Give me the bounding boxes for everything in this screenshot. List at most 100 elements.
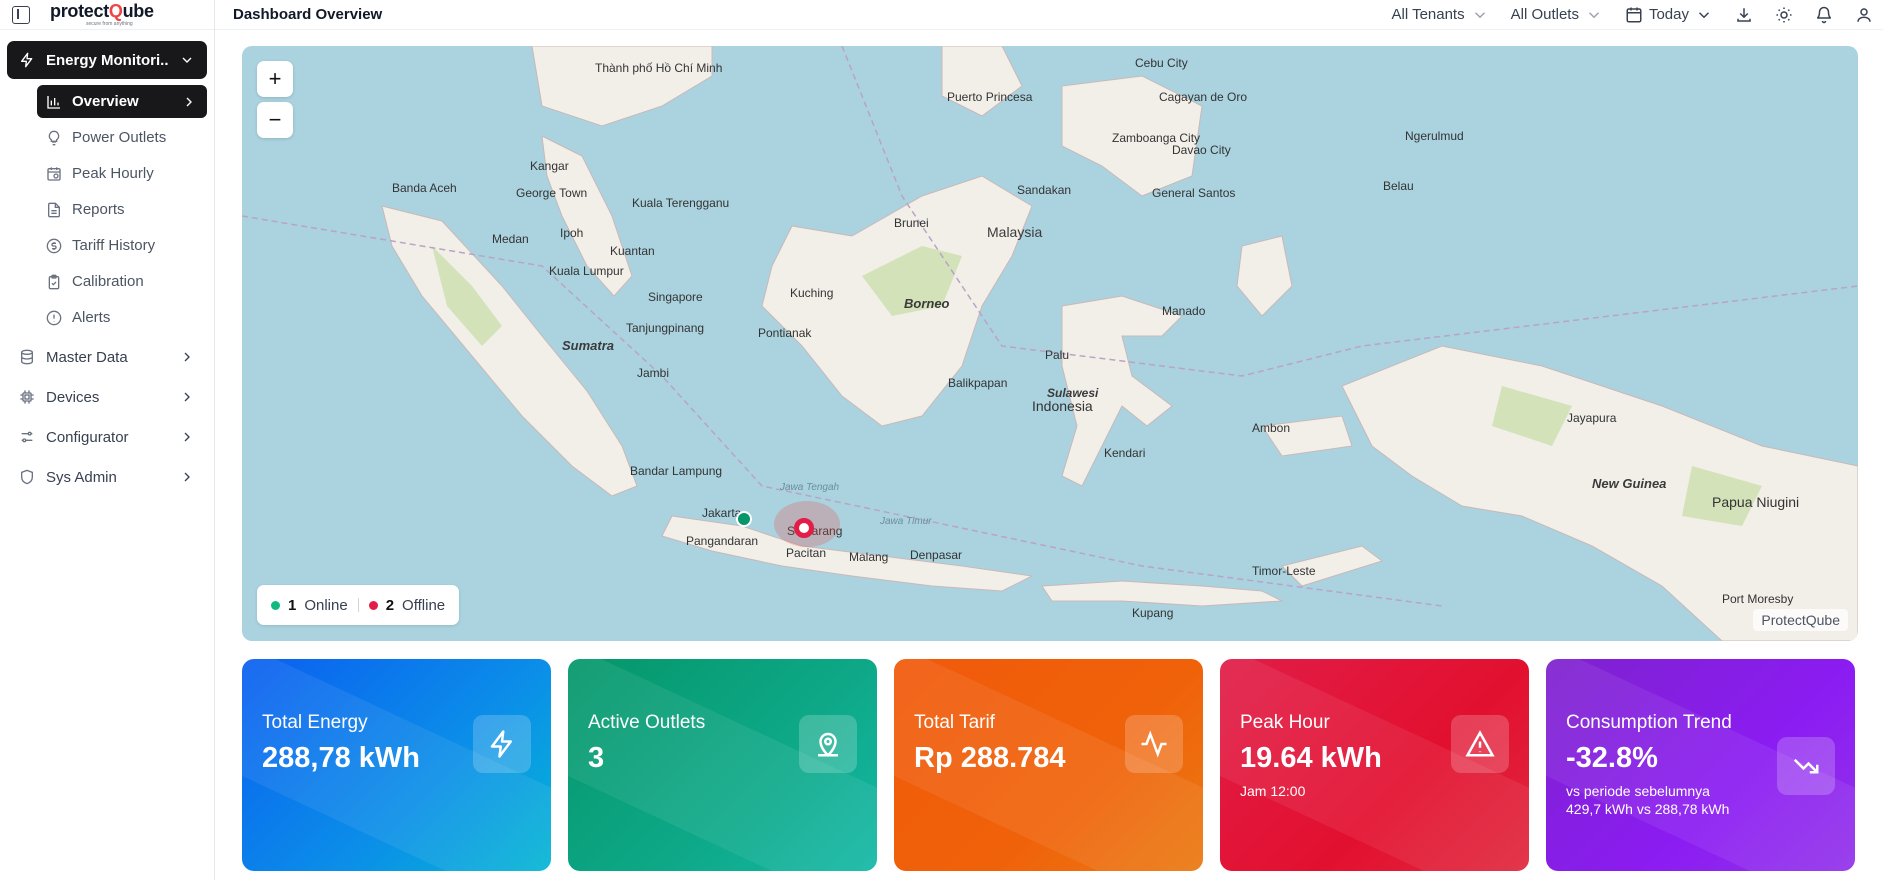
- map-label: Jayapura: [1567, 411, 1617, 425]
- date-select[interactable]: Today: [1625, 6, 1713, 24]
- sidebar-group-label: Master Data: [46, 348, 128, 366]
- map-label: Singapore: [648, 290, 703, 304]
- map-label: Pangandaran: [686, 534, 759, 548]
- consumption-trend-card[interactable]: Consumption Trend -32.8% vs periode sebe…: [1546, 659, 1855, 871]
- bell-icon[interactable]: [1815, 6, 1833, 24]
- sidebar-item-power-outlets[interactable]: Power Outlets: [37, 121, 207, 154]
- sidebar-item-alerts[interactable]: Alerts: [37, 301, 207, 334]
- map-label: Jambi: [637, 366, 670, 380]
- sidebar-nav: Energy Monitori... Overview Power Outlet…: [0, 30, 214, 508]
- sidebar-group-sys-admin[interactable]: Sys Admin: [7, 457, 207, 497]
- sidebar-group-master-data[interactable]: Master Data: [7, 337, 207, 377]
- chip-icon: [19, 389, 35, 405]
- calendar-icon: [1625, 6, 1643, 24]
- sliders-icon: [19, 429, 35, 445]
- map-label: Brunei: [894, 216, 929, 230]
- zoom-controls: + −: [257, 61, 293, 138]
- zoom-out-button[interactable]: −: [257, 102, 293, 138]
- top-header: Dashboard Overview All Tenants All Outle…: [215, 0, 1883, 30]
- database-icon: [19, 349, 35, 365]
- sidebar-group-label: Energy Monitori...: [46, 51, 168, 69]
- sidebar-item-label: Tariff History: [72, 237, 156, 254]
- calendar-clock-icon: [46, 166, 62, 182]
- sidebar-item-label: Alerts: [72, 309, 111, 326]
- chevron-down-icon: [179, 52, 195, 68]
- map-label: Port Moresby: [1722, 592, 1794, 606]
- peak-hour-card[interactable]: Peak Hour 19.64 kWh Jam 12:00: [1220, 659, 1529, 871]
- sidebar-item-label: Overview: [72, 93, 139, 110]
- map-label: Kuantan: [610, 244, 655, 258]
- total-tarif-card[interactable]: Total Tarif Rp 288.784: [894, 659, 1203, 871]
- card-title: Consumption Trend: [1566, 712, 1732, 733]
- sidebar-item-peak-hourly[interactable]: Peak Hourly: [37, 157, 207, 190]
- map-label: Belau: [1383, 179, 1414, 193]
- active-outlets-card[interactable]: Active Outlets 3: [568, 659, 877, 871]
- map-label: Manado: [1162, 304, 1206, 318]
- offline-count: 2: [385, 596, 395, 614]
- chevron-down-icon: [1695, 6, 1713, 24]
- sidebar: protectQube secure from anything Energy …: [0, 0, 215, 880]
- map-label: Denpasar: [910, 548, 963, 562]
- map-label: Kendari: [1104, 446, 1146, 460]
- chevron-down-icon: [1585, 6, 1603, 24]
- sidebar-item-label: Peak Hourly: [72, 165, 154, 182]
- page-title: Dashboard Overview: [233, 6, 383, 23]
- map-label: Kuala Terengganu: [632, 196, 730, 210]
- outlet-select[interactable]: All Outlets: [1511, 6, 1603, 24]
- chevron-right-icon: [179, 469, 195, 485]
- outlet-map[interactable]: Thành phố Hồ Chí Minh Cebu City Puerto P…: [242, 46, 1858, 641]
- sidebar-group-label: Sys Admin: [46, 468, 117, 486]
- shield-icon: [19, 469, 35, 485]
- map-label: Medan: [492, 232, 529, 246]
- map-label: Kuching: [790, 286, 834, 300]
- map-label: Balikpapan: [948, 376, 1008, 390]
- sidebar-item-label: Power Outlets: [72, 129, 167, 146]
- card-comparison: 429,7 kWh vs 288,78 kWh: [1566, 801, 1730, 817]
- legend-divider: [357, 598, 359, 612]
- sidebar-toggle-icon[interactable]: [12, 5, 30, 24]
- map-legend: 1 Online 2 Offline: [257, 585, 460, 625]
- map-label: Jawa Timur: [880, 516, 932, 527]
- total-energy-card[interactable]: Total Energy 288,78 kWh: [242, 659, 551, 871]
- stat-cards: Total Energy 288,78 kWh Active Outlets 3…: [242, 659, 1855, 871]
- map-label: Timor-Leste: [1252, 564, 1316, 578]
- sidebar-item-label: Reports: [72, 201, 125, 218]
- lightbulb-icon: [46, 130, 62, 146]
- alert-triangle-icon: [1451, 715, 1509, 773]
- dollar-circle-icon: [46, 238, 62, 254]
- sidebar-group-label: Configurator: [46, 428, 129, 446]
- map-label: Tanjungpinang: [626, 321, 705, 335]
- outlet-select-value: All Outlets: [1510, 6, 1579, 23]
- sidebar-item-tariff-history[interactable]: Tariff History: [37, 229, 207, 262]
- chevron-down-icon: [1471, 6, 1489, 24]
- sidebar-group-configurator[interactable]: Configurator: [7, 417, 207, 457]
- map-label: George Town: [516, 186, 588, 200]
- sun-icon[interactable]: [1775, 6, 1793, 24]
- online-dot-icon: [271, 600, 280, 610]
- sidebar-item-calibration[interactable]: Calibration: [37, 265, 207, 298]
- offline-outlet-marker[interactable]: [794, 518, 814, 538]
- logo: protectQube secure from anything: [50, 1, 154, 27]
- chevron-right-icon: [179, 429, 195, 445]
- chevron-right-icon: [181, 94, 197, 110]
- sidebar-group-label: Devices: [46, 388, 100, 406]
- map-label: Kuala Lumpur: [549, 264, 624, 278]
- download-icon[interactable]: [1735, 6, 1753, 24]
- map-label: Bandar Lampung: [630, 464, 723, 478]
- map-label: Ipoh: [560, 226, 584, 240]
- user-icon[interactable]: [1855, 6, 1873, 24]
- tenant-select-value: All Tenants: [1391, 6, 1465, 23]
- map-label: Thành phố Hồ Chí Minh: [595, 61, 723, 75]
- online-outlet-marker[interactable]: [736, 511, 752, 527]
- zoom-in-button[interactable]: +: [257, 61, 293, 97]
- sidebar-item-overview[interactable]: Overview: [37, 85, 207, 118]
- offline-dot-icon: [368, 600, 378, 610]
- tenant-select[interactable]: All Tenants: [1392, 6, 1489, 24]
- clipboard-check-icon: [46, 274, 62, 290]
- map-label: Sandakan: [1017, 183, 1072, 197]
- sidebar-group-energy-monitoring[interactable]: Energy Monitori...: [7, 41, 207, 79]
- sidebar-group-devices[interactable]: Devices: [7, 377, 207, 417]
- map-label: Malang: [849, 550, 889, 564]
- sidebar-item-reports[interactable]: Reports: [37, 193, 207, 226]
- online-count: 1: [288, 596, 297, 614]
